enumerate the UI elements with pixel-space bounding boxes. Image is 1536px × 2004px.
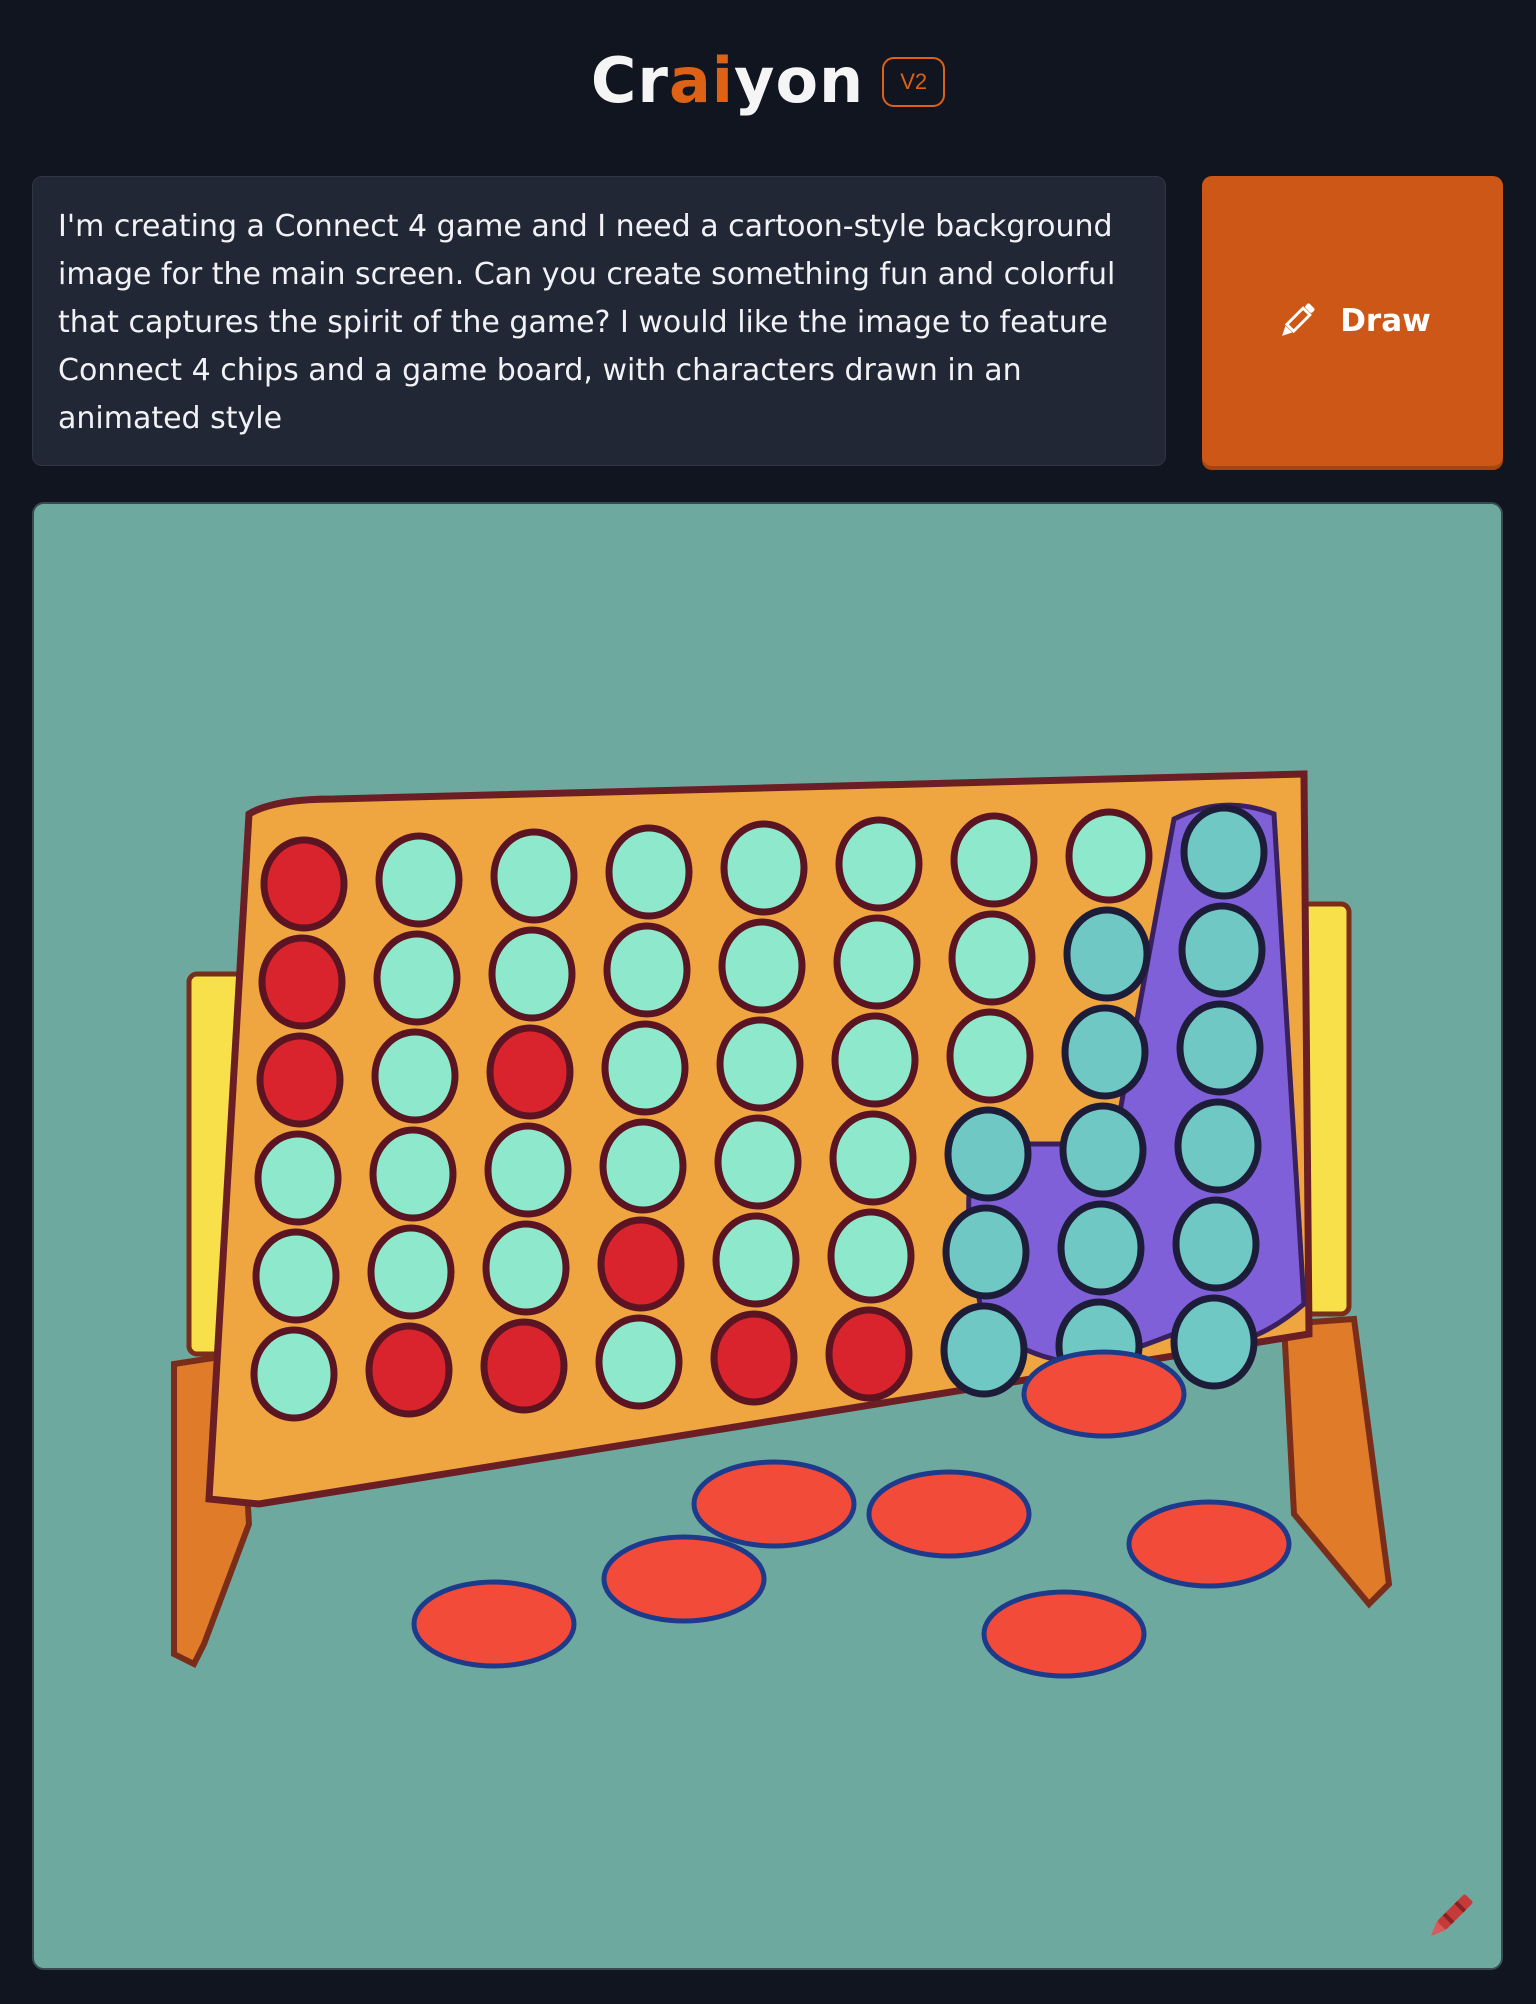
board-hole (833, 914, 921, 1010)
logo-text-start: Cr (590, 43, 669, 117)
pencil-icon (1282, 303, 1315, 336)
loose-chip (1126, 1499, 1292, 1589)
board-hole (1061, 1004, 1149, 1100)
board-hole (365, 1322, 453, 1418)
board-hole (256, 1032, 344, 1128)
board-hole (1178, 902, 1266, 998)
board-hole (946, 1008, 1034, 1104)
board-hole (1176, 1000, 1264, 1096)
board-hole (950, 812, 1038, 908)
board-hole (373, 930, 461, 1026)
board-hole (252, 1228, 340, 1324)
board-hole (1059, 1102, 1147, 1198)
board-hole (831, 1012, 919, 1108)
logo-text-end: yon (734, 43, 865, 117)
board-hole (710, 1310, 798, 1406)
board-hole (1057, 1200, 1145, 1296)
board-hole (942, 1204, 1030, 1300)
loose-chip (1021, 1349, 1187, 1439)
logo-text-accent: ai (668, 43, 735, 117)
board-hole (482, 1220, 570, 1316)
loose-chip (691, 1459, 857, 1549)
board-hole (597, 1216, 685, 1312)
board-hole (1063, 906, 1151, 1002)
board-hole (1065, 808, 1153, 904)
board-hole (712, 1212, 800, 1308)
craiyon-logo[interactable]: Craiyon (591, 44, 864, 117)
board-hole (827, 1208, 915, 1304)
prompt-text: I'm creating a Connect 4 game and I need… (58, 209, 1116, 436)
generated-image[interactable] (32, 502, 1503, 1970)
board-hole (940, 1302, 1028, 1398)
draw-button[interactable]: Draw (1202, 176, 1503, 466)
loose-chip (866, 1469, 1032, 1559)
version-badge: V2 (882, 57, 946, 107)
board-hole (599, 1118, 687, 1214)
board-hole (716, 1016, 804, 1112)
board-hole (603, 922, 691, 1018)
board-hole (1172, 1196, 1260, 1292)
crayon-icon (1431, 1894, 1473, 1936)
board-hole (835, 816, 923, 912)
board-hole (1174, 1098, 1262, 1194)
loose-chip (981, 1589, 1147, 1679)
prompt-input[interactable]: I'm creating a Connect 4 game and I need… (32, 176, 1166, 466)
board-hole (948, 910, 1036, 1006)
board-hole (944, 1106, 1032, 1202)
board-hole (1180, 804, 1268, 900)
board-hole (1170, 1294, 1258, 1390)
board-hole (488, 926, 576, 1022)
loose-chip (601, 1534, 767, 1624)
board-hole (490, 828, 578, 924)
board-hole (367, 1224, 455, 1320)
loose-chip (411, 1579, 577, 1669)
board-hole (595, 1314, 683, 1410)
draw-button-label: Draw (1340, 303, 1431, 339)
board-hole (484, 1122, 572, 1218)
board-hole (605, 824, 693, 920)
connect-four-illustration (171, 770, 1393, 1679)
board-right-leg (1280, 1315, 1393, 1609)
board-hole (486, 1024, 574, 1120)
board-hole (250, 1326, 338, 1422)
header: Craiyon V2 (0, 40, 1536, 120)
board-hole (480, 1318, 568, 1414)
board-hole (258, 934, 346, 1030)
board-hole (369, 1126, 457, 1222)
board-hole (375, 832, 463, 928)
board-hole (829, 1110, 917, 1206)
board-hole (825, 1306, 913, 1402)
board-hole (601, 1020, 689, 1116)
board-hole (718, 918, 806, 1014)
board-hole (714, 1114, 802, 1210)
board-hole (254, 1130, 342, 1226)
board-hole (371, 1028, 459, 1124)
board-hole (720, 820, 808, 916)
board-hole (260, 836, 348, 932)
